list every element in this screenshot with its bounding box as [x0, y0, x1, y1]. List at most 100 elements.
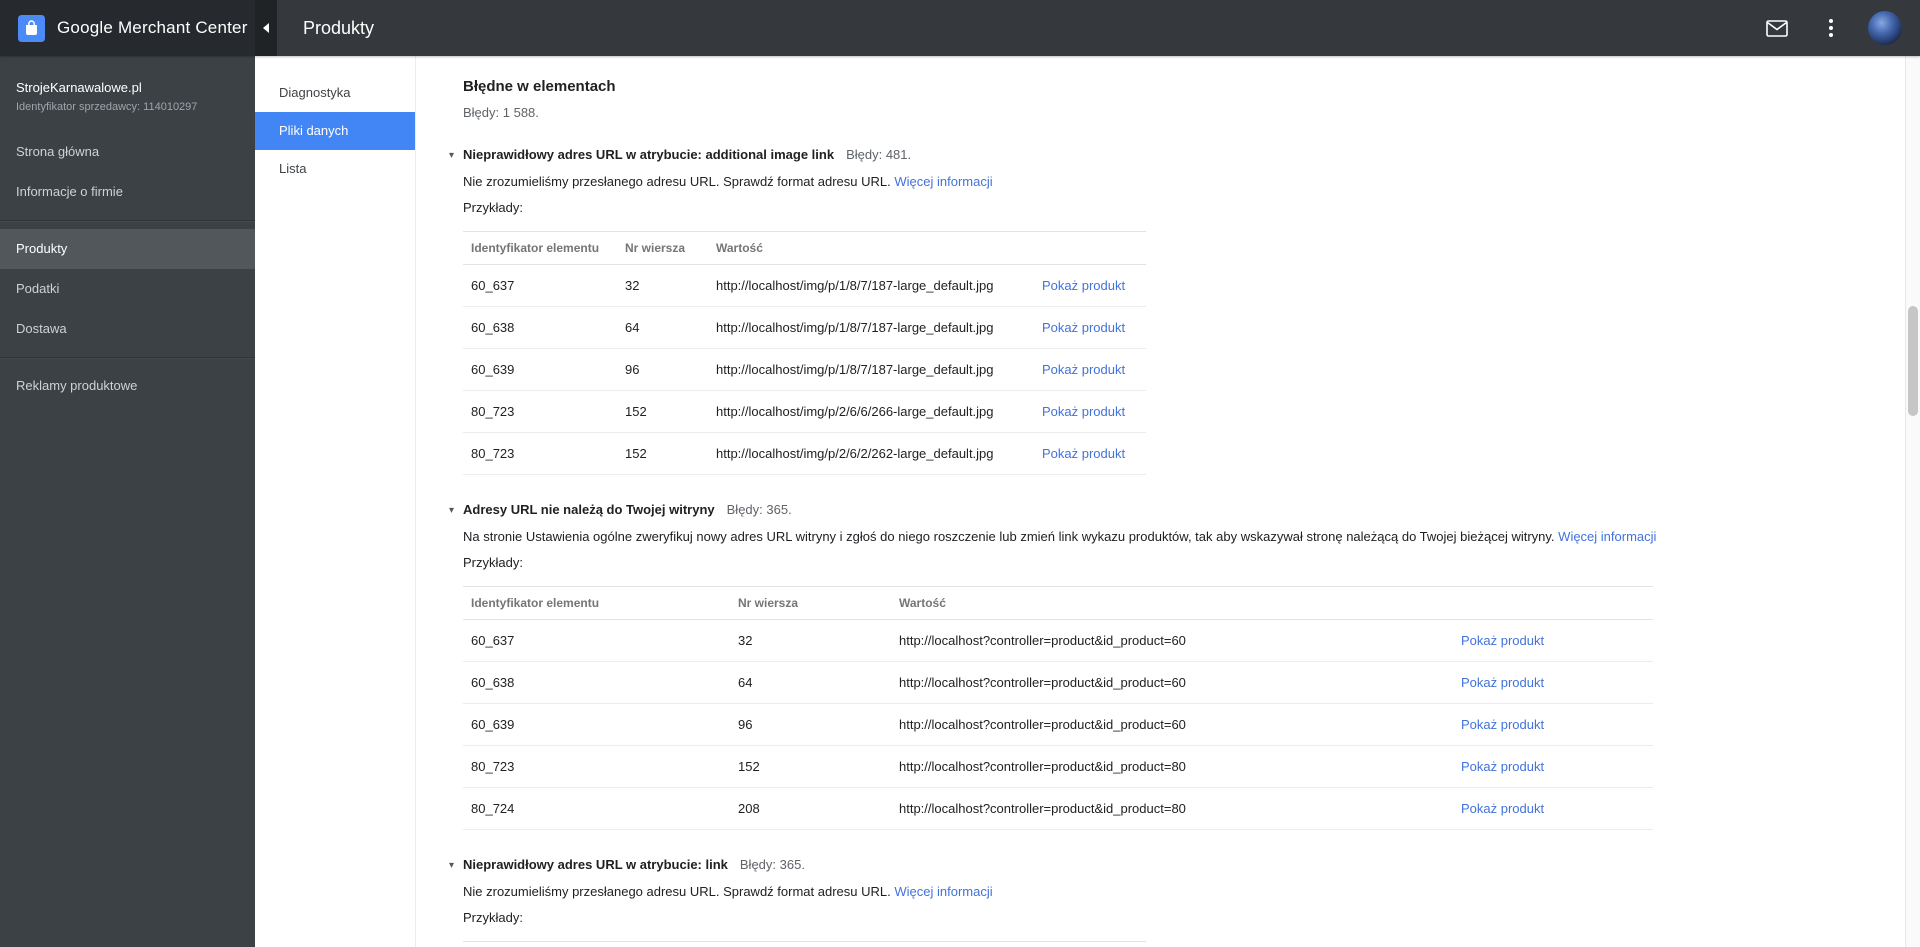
collapse-triangle-icon[interactable]: ▾ — [449, 148, 463, 164]
show-product-cell: Pokaż produkt — [1034, 390, 1146, 433]
scrollbar[interactable] — [1905, 56, 1920, 947]
error-description-row: Na stronie Ustawienia ogólne zweryfikuj … — [463, 528, 1905, 545]
sidebar-item-podatki[interactable]: Podatki — [0, 269, 255, 309]
show-product-cell: Pokaż produkt — [1453, 703, 1653, 746]
row-number-cell: 64 — [617, 306, 708, 349]
show-product-cell: Pokaż produkt — [1453, 787, 1653, 830]
show-product-link[interactable]: Pokaż produkt — [1461, 633, 1544, 648]
collapse-triangle-icon[interactable]: ▾ — [449, 858, 463, 874]
item-id-cell: 80_724 — [463, 787, 730, 830]
scrollbar-thumb[interactable] — [1908, 306, 1918, 416]
show-product-link[interactable]: Pokaż produkt — [1042, 278, 1125, 293]
table-row: 80_723 152 http://localhost/img/p/2/6/6/26… — [463, 390, 1146, 433]
error-description: Na stronie Ustawienia ogólne zweryfikuj … — [463, 529, 1555, 544]
value-cell: http://localhost/img/p/1/8/7/187-large_d… — [708, 306, 1034, 349]
row-number-cell: 152 — [730, 745, 891, 788]
examples-table: Identyfikator elementuNr wierszaWartość — [463, 941, 1146, 947]
error-description: Nie zrozumieliśmy przesłanego adresu URL… — [463, 884, 891, 899]
col-item-id: Identyfikator elementu — [463, 586, 730, 620]
overflow-menu-icon — [1829, 19, 1833, 37]
table-row: 80_723 152 http://localhost?controller=pro… — [463, 745, 1653, 788]
error-description-row: Nie zrozumieliśmy przesłanego adresu URL… — [463, 883, 1905, 900]
item-id-cell: 60_637 — [463, 619, 730, 662]
sidebar-item-informacje-o-firmie[interactable]: Informacje o firmie — [0, 172, 255, 212]
more-info-link[interactable]: Więcej informacji — [1558, 529, 1656, 544]
col-row-number: Nr wiersza — [730, 586, 891, 620]
value-cell: http://localhost/img/p/2/6/6/266-large_d… — [708, 390, 1034, 433]
mail-icon — [1766, 19, 1788, 37]
merchant-center-logo-icon — [18, 14, 45, 42]
sidebar-item-dostawa[interactable]: Dostawa — [0, 309, 255, 349]
value-cell: http://localhost?controller=product&id_p… — [891, 745, 1453, 788]
show-product-cell: Pokaż produkt — [1034, 306, 1146, 349]
brand[interactable]: Google Merchant Center — [0, 0, 255, 56]
show-product-link[interactable]: Pokaż produkt — [1042, 320, 1125, 335]
sidebar-item-reklamy-produktowe[interactable]: Reklamy produktowe — [0, 366, 255, 406]
error-section-header: ▾ Adresy URL nie należą do Twojej witryny… — [449, 502, 1905, 519]
error-count: Błędy: 365. — [726, 502, 792, 517]
more-info-link[interactable]: Więcej informacji — [894, 174, 992, 189]
error-title: Nieprawidłowy adres URL w atrybucie: lin… — [463, 857, 728, 872]
row-number-cell: 152 — [617, 390, 708, 433]
total-errors: Błędy: 1 588. — [463, 105, 539, 120]
show-product-link[interactable]: Pokaż produkt — [1042, 446, 1125, 461]
error-section: ▾ Adresy URL nie należą do Twojej witryny… — [449, 502, 1905, 830]
subnav-item-lista[interactable]: Lista — [255, 150, 415, 188]
collapse-triangle-icon[interactable]: ▾ — [449, 503, 463, 519]
main-content: Błędne w elementach Błędy: 1 588. ▾ Niepr… — [416, 56, 1905, 947]
col-value: Wartość — [891, 586, 1453, 620]
more-info-link[interactable]: Więcej informacji — [894, 884, 992, 899]
row-number-cell: 32 — [617, 264, 708, 307]
secondary-nav: Diagnostyka Pliki danych Lista — [255, 56, 416, 947]
item-id-cell: 80_723 — [463, 390, 617, 433]
sidebar-item-produkty[interactable]: Produkty — [0, 229, 255, 269]
show-product-cell: Pokaż produkt — [1453, 619, 1653, 662]
error-section-header: ▾ Nieprawidłowy adres URL w atrybucie: li… — [449, 857, 1905, 874]
value-cell: http://localhost?controller=product&id_p… — [891, 619, 1453, 662]
error-count: Błędy: 481. — [846, 147, 912, 162]
sidebar-collapse-button[interactable] — [255, 0, 277, 56]
overflow-menu-button[interactable] — [1814, 11, 1848, 45]
value-cell: http://localhost/img/p/1/8/7/187-large_d… — [708, 348, 1034, 391]
top-bar: Google Merchant Center Produkty — [0, 0, 1920, 56]
page-title: Produkty — [303, 17, 375, 38]
mail-button[interactable] — [1760, 11, 1794, 45]
table-row: 80_723 152 http://localhost/img/p/2/6/2/26… — [463, 432, 1146, 475]
sidebar: StrojeKarnawalowe.pl Identyfikator sprze… — [0, 56, 255, 947]
content-title: Błędne w elementach — [463, 78, 616, 95]
sidebar-divider — [0, 357, 255, 358]
value-cell: http://localhost?controller=product&id_p… — [891, 787, 1453, 830]
subnav-item-pliki-danych[interactable]: Pliki danych — [255, 112, 415, 150]
subnav-item-diagnostyka[interactable]: Diagnostyka — [255, 74, 415, 112]
item-id-cell: 60_638 — [463, 661, 730, 704]
examples-table: Identyfikator elementu Nr wiersza Wartość 6… — [463, 231, 1146, 475]
show-product-link[interactable]: Pokaż produkt — [1042, 362, 1125, 377]
user-avatar[interactable] — [1868, 11, 1902, 45]
show-product-link[interactable]: Pokaż produkt — [1461, 675, 1544, 690]
show-product-link[interactable]: Pokaż produkt — [1461, 759, 1544, 774]
row-number-cell: 32 — [730, 619, 891, 662]
value-cell: http://localhost?controller=product&id_p… — [891, 703, 1453, 746]
table-row: 60_638 64 http://localhost/img/p/1/8/7/187… — [463, 306, 1146, 349]
value-cell: http://localhost/img/p/1/8/7/187-large_d… — [708, 264, 1034, 307]
item-id-cell: 60_639 — [463, 348, 617, 391]
sidebar-item-strona-glowna[interactable]: Strona główna — [0, 132, 255, 172]
error-section: ▾ Nieprawidłowy adres URL w atrybucie: li… — [449, 857, 1905, 947]
show-product-cell: Pokaż produkt — [1453, 661, 1653, 704]
table-row: 60_637 32 http://localhost/img/p/1/8/7/187… — [463, 264, 1146, 307]
show-product-link[interactable]: Pokaż produkt — [1042, 404, 1125, 419]
row-number-cell: 208 — [730, 787, 891, 830]
table-row: 60_638 64 http://localhost?controller=prod… — [463, 661, 1653, 704]
table-row: 60_637 32 http://localhost?controller=prod… — [463, 619, 1653, 662]
show-product-link[interactable]: Pokaż produkt — [1461, 717, 1544, 732]
show-product-link[interactable]: Pokaż produkt — [1461, 801, 1544, 816]
error-count: Błędy: 365. — [739, 857, 805, 872]
account-info: StrojeKarnawalowe.pl Identyfikator sprze… — [0, 56, 255, 114]
col-value: Wartość — [708, 941, 1034, 947]
item-id-cell: 80_723 — [463, 745, 730, 788]
error-section: ▾ Nieprawidłowy adres URL w atrybucie: ad… — [449, 147, 1905, 475]
table-header-row: Identyfikator elementuNr wierszaWartość — [463, 231, 1146, 265]
item-id-cell: 80_723 — [463, 432, 617, 475]
topbar-actions — [1760, 0, 1920, 56]
show-product-cell: Pokaż produkt — [1453, 745, 1653, 788]
